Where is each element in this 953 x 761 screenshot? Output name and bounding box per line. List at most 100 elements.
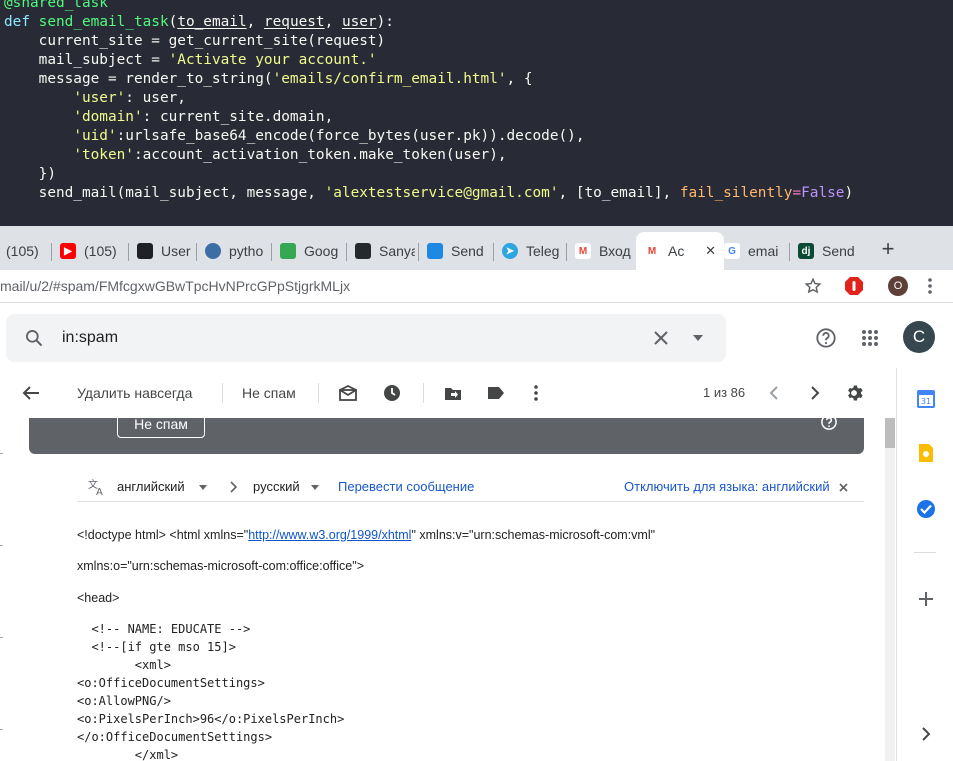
- django-icon: dj: [798, 243, 814, 259]
- google-icon: G: [724, 243, 740, 259]
- apps-grid-icon[interactable]: [858, 326, 882, 350]
- banner-help-icon[interactable]: [819, 418, 839, 432]
- translate-message-link[interactable]: Перевести сообщение: [338, 479, 474, 494]
- help-icon[interactable]: [814, 326, 838, 350]
- browser-tab[interactable]: ➤ Teleg: [502, 238, 562, 264]
- code-token: fail_silently: [679, 185, 793, 201]
- search-input[interactable]: in:spam: [62, 329, 118, 347]
- code-line: @shared_task: [4, 0, 108, 13]
- left-edge-mark: [0, 637, 3, 638]
- code-token: def: [4, 14, 30, 30]
- code-token: mail_subject =: [4, 52, 169, 68]
- code-token: ):: [376, 14, 394, 30]
- settings-gear-icon[interactable]: [844, 383, 864, 403]
- tab-label: Teleg: [526, 243, 560, 259]
- left-edge-mark: [0, 545, 3, 546]
- source-language-select[interactable]: английский: [117, 479, 185, 494]
- browser-tab[interactable]: M Ac ✕: [636, 232, 724, 270]
- translate-bar: 文A английский русский Перевести сообщени…: [77, 472, 864, 502]
- svg-text:31: 31: [921, 397, 931, 406]
- code-token: , {: [506, 71, 533, 87]
- browser-tab[interactable]: dj Send: [798, 238, 866, 264]
- browser-menu-icon[interactable]: [919, 275, 941, 297]
- code-line: 'user': user,: [4, 89, 186, 108]
- search-options-icon[interactable]: [686, 326, 710, 350]
- profile-badge: O: [888, 276, 908, 296]
- browser-tab[interactable]: Send: [427, 238, 489, 264]
- tab-label: User: [161, 243, 191, 259]
- address-bar[interactable]: mail/u/2/#spam/FMfcgxwGBwTpcHvNPrcGPpStj…: [0, 270, 953, 303]
- add-addon-icon[interactable]: [916, 589, 936, 609]
- browser-tab[interactable]: Goog: [280, 238, 342, 264]
- back-arrow-icon[interactable]: [21, 383, 41, 403]
- expand-panel-icon[interactable]: [916, 724, 936, 744]
- youtube-icon: ▶: [60, 243, 76, 259]
- banner-not-spam-button[interactable]: Не спам: [117, 418, 205, 438]
- content-scrollbar[interactable]: [885, 418, 895, 761]
- browser-tab[interactable]: ▶ (105): [60, 238, 120, 264]
- toolbar-divider: [423, 383, 424, 403]
- browser-tab[interactable]: (105): [6, 238, 56, 264]
- url-text[interactable]: mail/u/2/#spam/FMfcgxwGBwTpcHvNPrcGPpStj…: [0, 278, 350, 294]
- browser-tab[interactable]: pytho: [205, 238, 267, 264]
- close-translate-icon[interactable]: [837, 481, 849, 493]
- calendar-icon[interactable]: 31: [916, 388, 936, 408]
- account-avatar[interactable]: C: [903, 321, 935, 353]
- code-token: send_email_task: [38, 14, 169, 30]
- code-editor[interactable]: @shared_task def send_email_task(to_email…: [0, 0, 953, 226]
- browser-tab[interactable]: M Вход: [575, 238, 635, 264]
- message-toolbar: Удалить навсегда Не спам 1 из 86: [0, 368, 895, 418]
- mortarboard-icon: [137, 243, 153, 259]
- chevron-left-icon[interactable]: [764, 383, 784, 403]
- extension-icon[interactable]: O: [887, 275, 909, 297]
- adblock-icon[interactable]: [843, 275, 865, 297]
- source-line: <!-- NAME: EDUCATE -->: [77, 622, 251, 636]
- code-token: ,: [246, 14, 264, 30]
- code-line: 'token':account_activation_token.make_to…: [4, 146, 506, 165]
- label-icon[interactable]: [486, 383, 506, 403]
- toolbar-divider: [222, 383, 223, 403]
- browser-tab[interactable]: User: [137, 238, 197, 264]
- body-line-head: <head>: [77, 591, 120, 605]
- scrollbar-thumb[interactable]: [885, 418, 895, 448]
- target-dropdown-icon[interactable]: [310, 483, 320, 491]
- code-token: False: [801, 185, 845, 201]
- code-token: 'emails/confirm_email.html': [272, 71, 507, 87]
- python-icon: [205, 243, 221, 259]
- code-token: (: [168, 14, 178, 30]
- code-token: }): [4, 166, 56, 182]
- disable-translate-link[interactable]: Отключить для языка: английский: [624, 479, 830, 494]
- search-box[interactable]: in:spam: [6, 314, 726, 362]
- left-edge-mark: [0, 453, 3, 454]
- browser-tab[interactable]: Gemai: [724, 238, 786, 264]
- w3-link[interactable]: http://www.w3.org/1999/xhtml: [248, 528, 411, 542]
- close-tab-icon[interactable]: ✕: [705, 243, 716, 259]
- code-token: request: [263, 14, 325, 30]
- new-tab-button[interactable]: +: [878, 238, 898, 260]
- clear-search-icon[interactable]: [649, 326, 673, 350]
- toolbar-divider: [318, 383, 319, 403]
- code-token: ,: [324, 14, 342, 30]
- target-language-select[interactable]: русский: [253, 479, 300, 494]
- code-line: message = render_to_string('emails/confi…: [4, 70, 533, 89]
- more-actions-icon[interactable]: [526, 383, 546, 403]
- code-token: =: [792, 185, 802, 201]
- snooze-clock-icon[interactable]: [382, 383, 402, 403]
- star-icon[interactable]: [802, 275, 824, 297]
- move-to-folder-icon[interactable]: [443, 383, 463, 403]
- search-icon[interactable]: [22, 326, 46, 350]
- delete-forever-button[interactable]: Удалить навсегда: [77, 385, 192, 401]
- code-token: 'token': [73, 147, 134, 163]
- telegram-icon: ➤: [502, 243, 518, 259]
- source-dropdown-icon[interactable]: [198, 483, 208, 491]
- browser-tab[interactable]: Sanya: [355, 238, 415, 264]
- message-content: Не спам 文A английский русский Перевести …: [0, 418, 896, 761]
- chevron-right-icon[interactable]: [805, 383, 825, 403]
- keep-icon[interactable]: [916, 443, 936, 463]
- tasks-icon[interactable]: [916, 499, 936, 519]
- mark-unread-icon[interactable]: [338, 383, 358, 403]
- tab-label: Goog: [304, 243, 339, 259]
- spam-warning-banner: Не спам: [29, 418, 864, 454]
- not-spam-button[interactable]: Не спам: [242, 385, 296, 401]
- code-token: message = render_to_string(: [4, 71, 273, 87]
